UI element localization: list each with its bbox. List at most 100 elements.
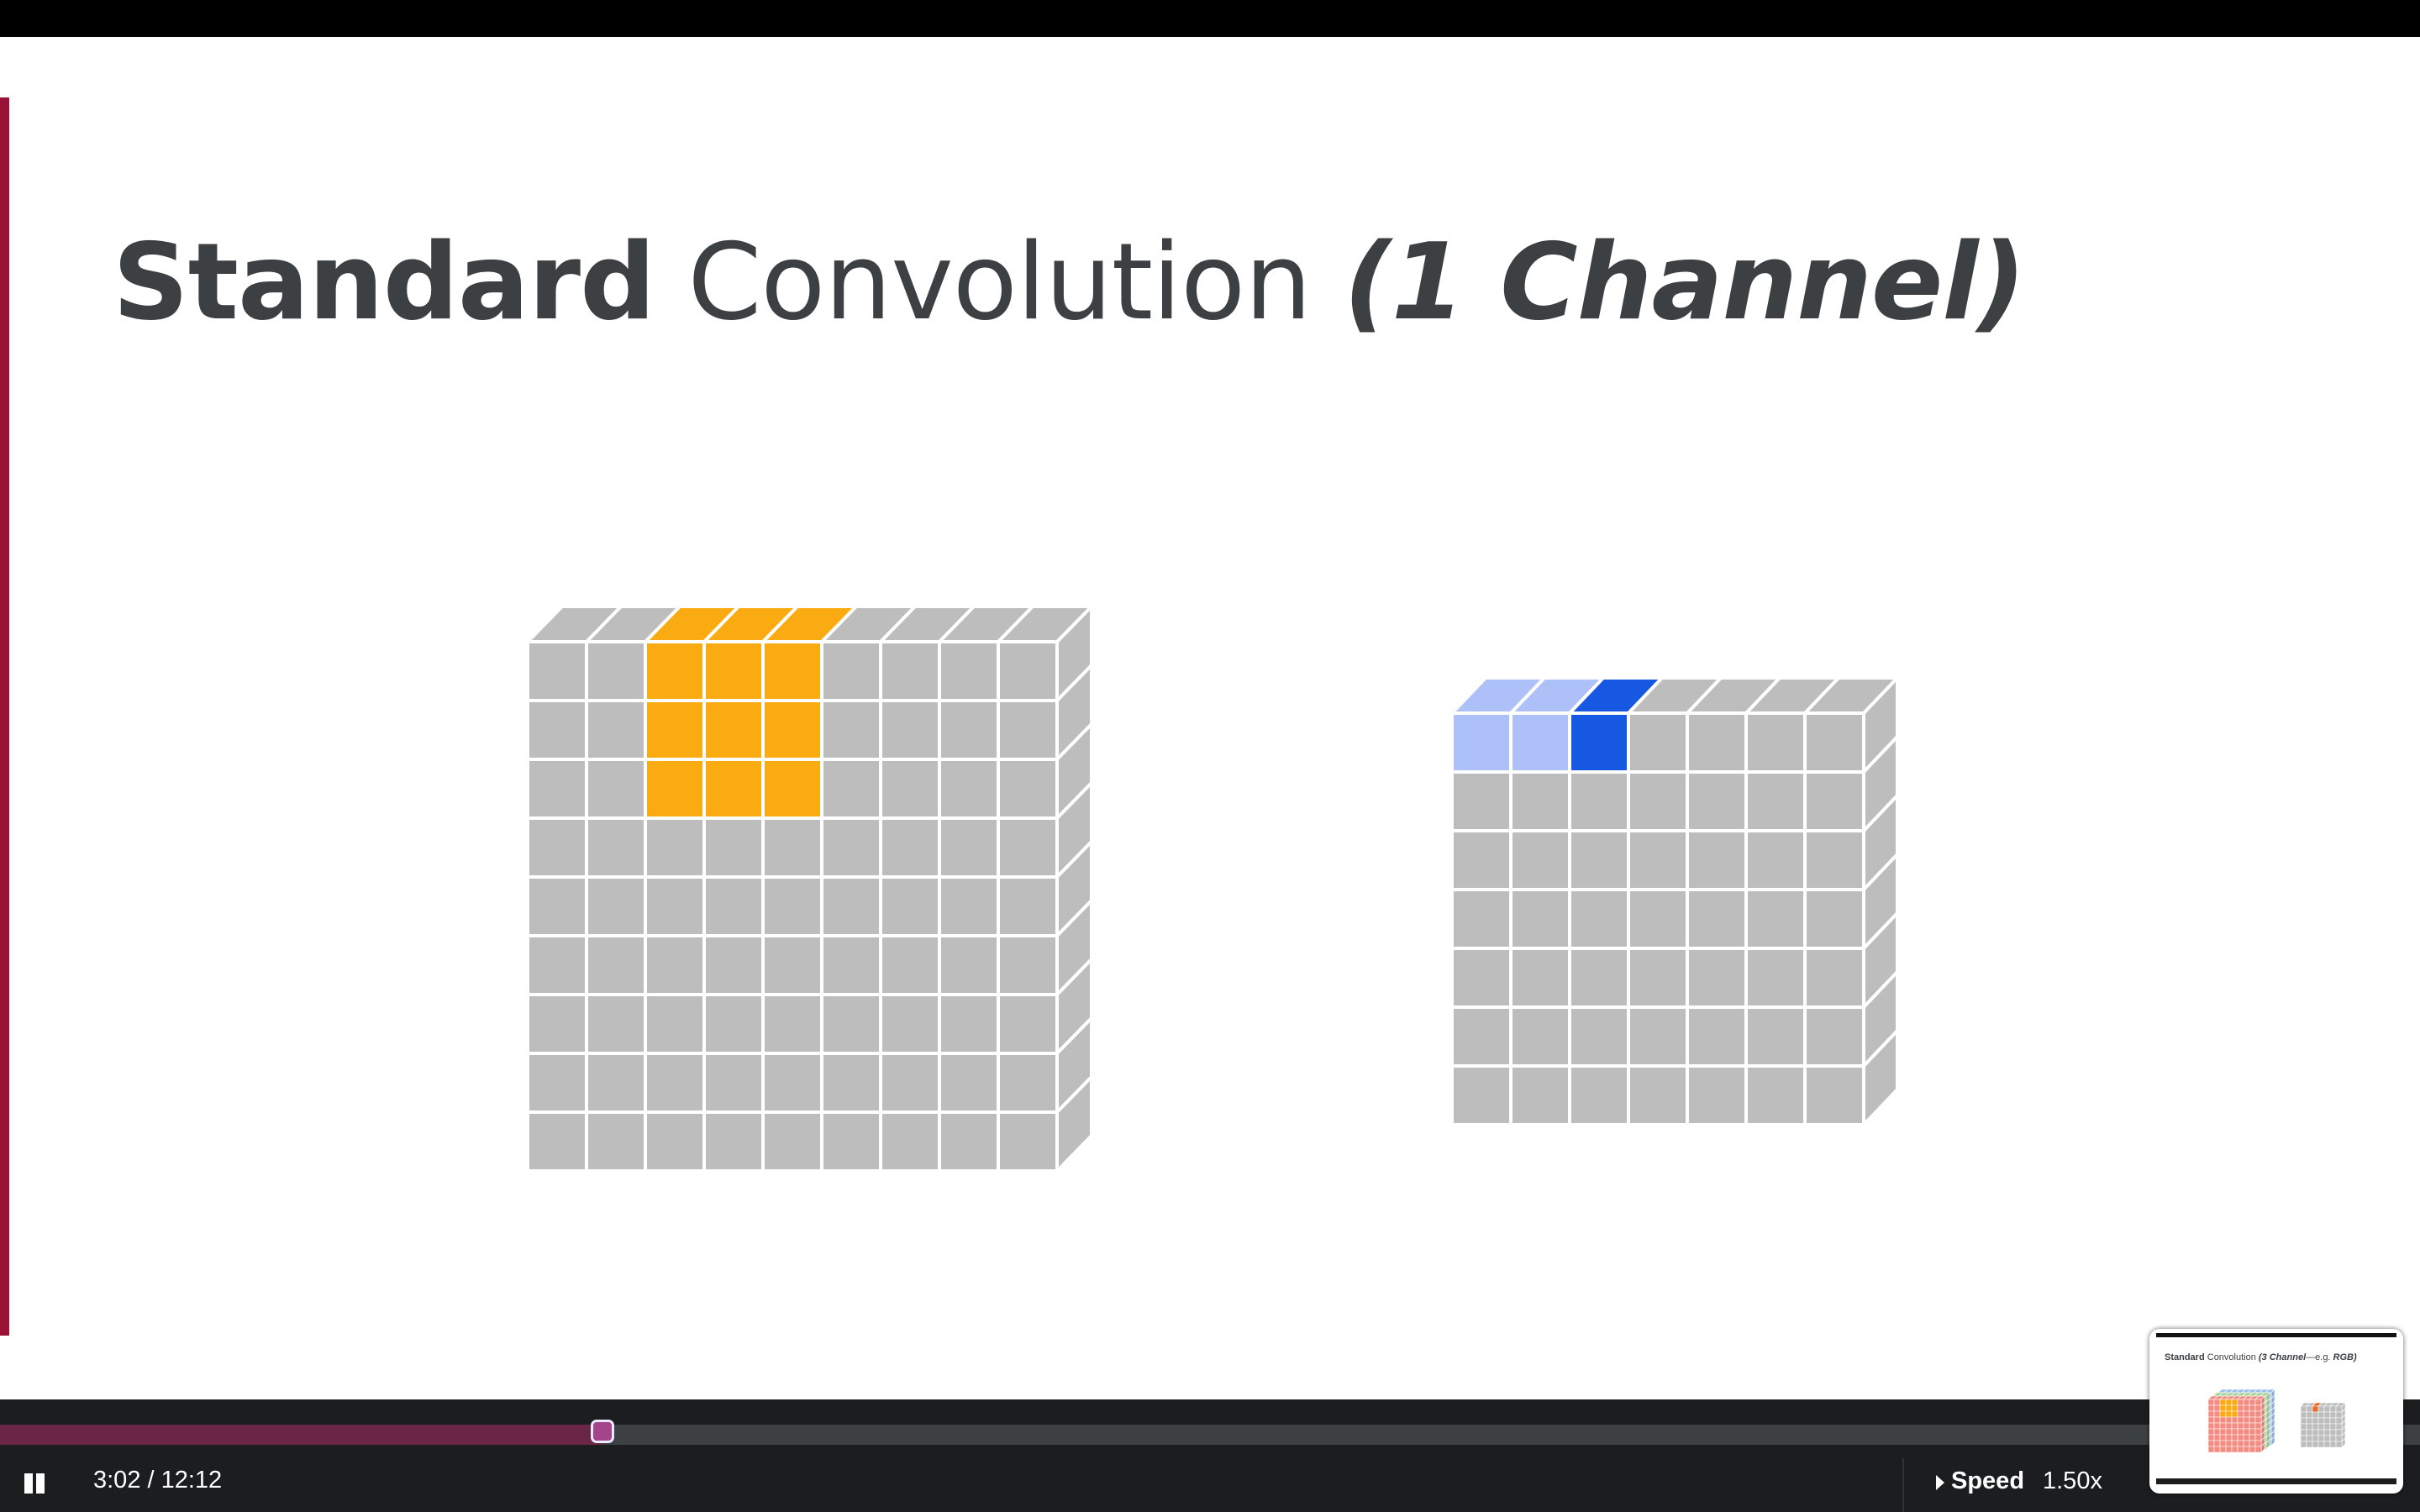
preview-output-cell-cell <box>2306 1417 2313 1425</box>
progress-handle[interactable] <box>591 1420 615 1443</box>
preview-output-grid <box>2300 1402 2346 1448</box>
input-grid-cell <box>526 640 588 702</box>
input-grid-cell <box>820 993 882 1055</box>
preview-input-cell-cell <box>2243 1404 2250 1412</box>
preview-output-cell-cell <box>2329 1441 2337 1448</box>
preview-input-cell-cell <box>2249 1399 2256 1406</box>
preview-input-cell-cell <box>2249 1416 2256 1424</box>
output-grid-cell <box>1744 947 1807 1009</box>
output-grid-cell <box>1803 770 1865 832</box>
input-grid-cell <box>644 1052 706 1114</box>
input-grid-cell <box>702 816 765 879</box>
preview-input-cell-cell <box>2213 1446 2221 1453</box>
output-grid-cell <box>1509 1005 1571 1068</box>
preview-output-cell-cell <box>2317 1441 2325 1448</box>
preview-input-cell-cell <box>2207 1399 2215 1406</box>
preview-output-cell-cell <box>2300 1417 2307 1425</box>
input-grid-cell <box>938 699 1000 761</box>
time-display: 3:02 / 12:12 <box>93 1467 223 1494</box>
preview-output-cell-cell <box>2300 1429 2307 1436</box>
preview-input-cell-cell <box>2254 1404 2262 1412</box>
output-grid-cell <box>1744 888 1807 950</box>
preview-output-cell-cell <box>2306 1411 2313 1419</box>
output-grid-cell <box>1450 1064 1512 1126</box>
preview-input-cell-cell <box>2249 1440 2256 1447</box>
preview-output-cell-cell <box>2335 1429 2343 1436</box>
preview-output-cell-cell <box>2300 1423 2307 1431</box>
preview-input-cell-cell <box>2231 1404 2238 1412</box>
preview-input-cell-cell <box>2207 1434 2215 1441</box>
output-grid-cell <box>1686 711 1748 774</box>
preview-output-cell-cell <box>2317 1411 2325 1419</box>
preview-output-cell-cell <box>2312 1405 2319 1413</box>
preview-input-cell-cell <box>2207 1410 2215 1418</box>
preview-input-cell-cell <box>2207 1428 2215 1436</box>
slide: Standard Convolution (1 Channel) <box>0 37 2420 1399</box>
input-grid-cell <box>938 1110 1000 1173</box>
preview-input-cell-cell <box>2249 1434 2256 1441</box>
preview-output-cell-cell <box>2317 1405 2325 1413</box>
input-grid-cell <box>644 934 706 996</box>
preview-output-cell-cell <box>2300 1441 2307 1448</box>
output-grid-cell <box>1627 1064 1689 1126</box>
preview-input-cell-cell <box>2237 1416 2244 1424</box>
input-grid-cell <box>997 758 1059 820</box>
input-grid-cell <box>761 758 823 820</box>
preview-input-cell-cell <box>2225 1410 2233 1418</box>
preview-output-cell-cell <box>2335 1441 2343 1448</box>
output-grid-cell <box>1803 947 1865 1009</box>
preview-output-cell-cell <box>2323 1423 2331 1431</box>
output-grid-cell <box>1744 1005 1807 1068</box>
preview-diagram <box>2207 1389 2346 1453</box>
preview-output-cell-cell <box>2317 1429 2325 1436</box>
preview-output-cell-cell <box>2323 1411 2331 1419</box>
input-grid-cell <box>997 640 1059 702</box>
preview-output-cell-cell <box>2312 1441 2319 1448</box>
input-grid-cell <box>938 1052 1000 1114</box>
preview-input-cell-cell <box>2243 1428 2250 1436</box>
pause-button[interactable] <box>22 1471 49 1496</box>
seek-preview-thumbnail: Standard Convolution (3 Channel—e.g. RGB… <box>2149 1329 2403 1494</box>
input-grid-cell <box>644 875 706 937</box>
input-grid-cell <box>879 640 941 702</box>
preview-output-cell-cell <box>2306 1429 2313 1436</box>
input-grid-cell <box>702 699 765 761</box>
output-grid-cell <box>1627 770 1689 832</box>
input-grid-cell <box>585 758 647 820</box>
preview-output-cell-cell <box>2317 1417 2325 1425</box>
progress-bar[interactable] <box>0 1425 2420 1445</box>
preview-input-cell-cell <box>2231 1440 2238 1447</box>
output-grid-cell <box>1627 711 1689 774</box>
output-grid-cell <box>1450 829 1512 891</box>
preview-input-cell-cell <box>2237 1404 2244 1412</box>
preview-input-cell-cell <box>2219 1428 2227 1436</box>
input-grid-cell <box>938 875 1000 937</box>
preview-input-cell-cell <box>2254 1434 2262 1441</box>
video-frame[interactable]: Standard Convolution (1 Channel) <box>0 0 2420 1512</box>
output-grid-cell <box>1686 888 1748 950</box>
preview-input-cell-cell <box>2225 1446 2233 1453</box>
output-grid-cell <box>1627 947 1689 1009</box>
preview-output-cell-cell <box>2335 1405 2343 1413</box>
preview-output-cell-cell <box>2335 1423 2343 1431</box>
preview-input-cell-cell <box>2207 1422 2215 1430</box>
input-grid-cell <box>702 993 765 1055</box>
input-grid-cell <box>761 875 823 937</box>
speed-control[interactable]: Speed 1.50x <box>1902 1458 2102 1512</box>
preview-input-cell-cell <box>2231 1410 2238 1418</box>
output-grid-cell <box>1686 1064 1748 1126</box>
input-grid-cell <box>526 993 588 1055</box>
preview-input-cell-cell <box>2219 1440 2227 1447</box>
output-grid-cell <box>1803 1005 1865 1068</box>
preview-input-cell-cell <box>2225 1399 2233 1406</box>
input-grid-cell <box>879 816 941 879</box>
preview-output-cell-cell <box>2306 1405 2313 1413</box>
preview-input-cell-cell <box>2219 1446 2227 1453</box>
preview-input-cell-cell <box>2213 1410 2221 1418</box>
preview-input-cell-cell <box>2237 1446 2244 1453</box>
preview-output-cell-cell <box>2300 1411 2307 1419</box>
preview-output-cell-cell <box>2329 1405 2337 1413</box>
input-grid-cell <box>938 640 1000 702</box>
preview-input-cell-cell <box>2207 1440 2215 1447</box>
output-grid-cell <box>1744 770 1807 832</box>
